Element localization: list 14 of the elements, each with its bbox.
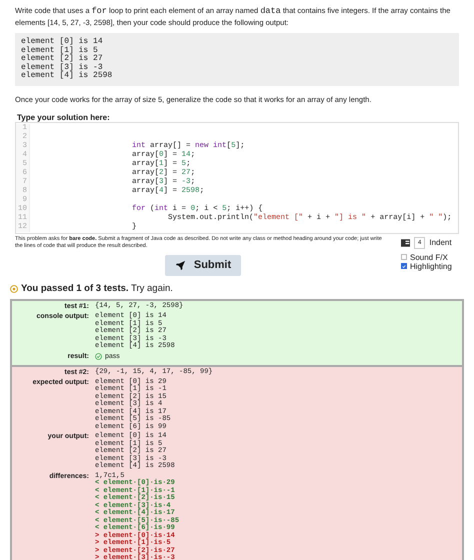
indent-label: Indent [429,236,452,249]
editor-title: Type your solution here: [17,112,111,122]
check-icon [402,264,406,269]
option-checkbox[interactable]: Highlighting [401,262,459,271]
checkbox[interactable] [401,254,407,260]
result-summary: You passed 1 of 3 tests. Try again. [21,282,173,296]
submit-button[interactable]: Submit [164,254,242,276]
sample-output-block: element [0] is 14 element [1] is 5 element [2] is 27 element [3] is -3 element [4] is 2598 [15,33,459,86]
code-editor[interactable] [15,122,459,234]
rocket-icon [174,260,186,271]
checkbox[interactable] [401,263,407,270]
indent-icon [401,238,410,247]
warning-circle-icon [10,284,18,293]
option-checkbox[interactable]: Sound F/X [401,252,459,262]
